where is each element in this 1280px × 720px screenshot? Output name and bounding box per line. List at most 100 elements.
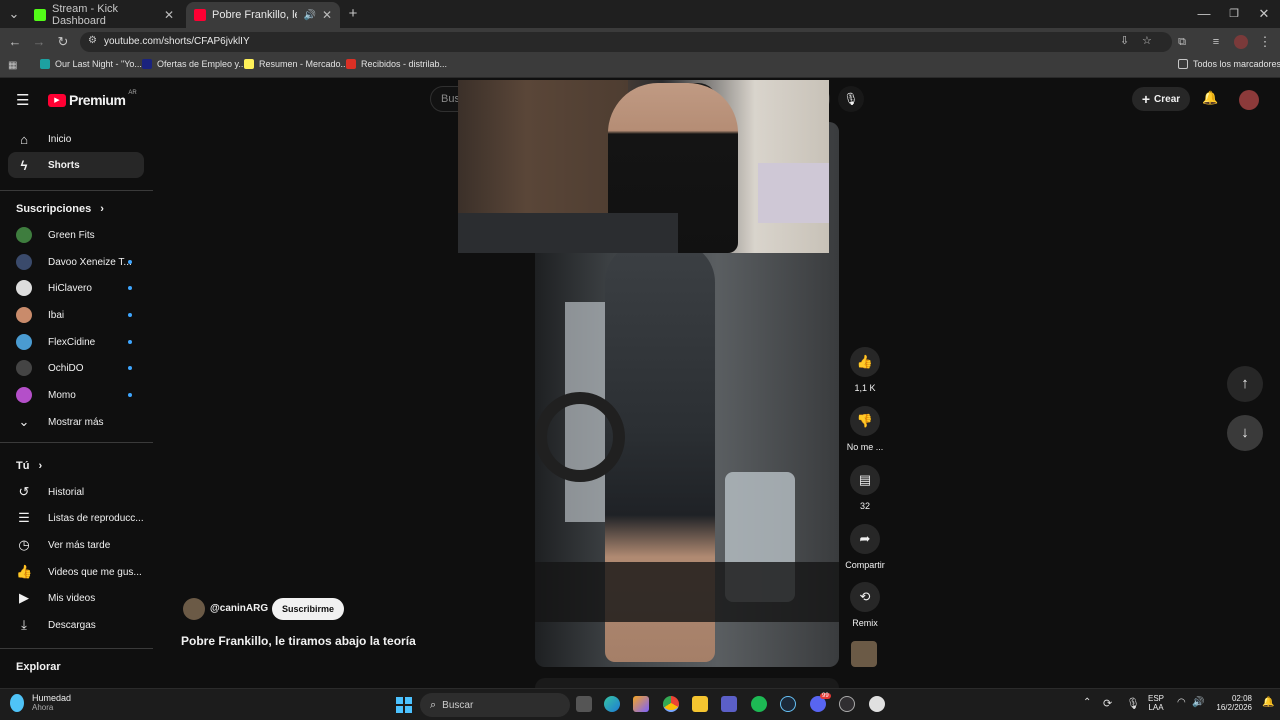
copilot-icon[interactable] <box>633 696 649 712</box>
sidebar-item-my-videos[interactable]: ▶ Mis videos <box>8 585 144 611</box>
teams-icon[interactable] <box>721 696 737 712</box>
subscription-item[interactable]: Momo <box>8 382 144 408</box>
apps-grid-icon[interactable]: ▦ <box>8 60 17 71</box>
bookmark-item[interactable]: Resumen - Mercado... <box>244 59 348 69</box>
share-action[interactable]: ➦ Compartir <box>844 524 886 570</box>
next-short-button[interactable]: ↓ <box>1227 415 1263 451</box>
voice-search-icon[interactable]: 🎙 <box>838 86 864 112</box>
subscription-item[interactable]: Davoo Xeneize T... <box>8 249 144 275</box>
bookmark-label: Recibidos - distrilab... <box>361 59 448 69</box>
restore-icon[interactable]: ❐ <box>1222 0 1246 28</box>
bookmark-item[interactable]: Our Last Night - "Yo... <box>40 59 142 69</box>
bookmark-star-icon[interactable]: ☆ <box>1142 34 1152 47</box>
search-icon: ⌕ <box>430 698 437 711</box>
tab-kick-dashboard[interactable]: Stream - Kick Dashboard ✕ <box>26 2 182 28</box>
menu-kebab-icon[interactable]: ⋮ <box>1258 28 1272 56</box>
task-view-icon[interactable] <box>576 696 592 712</box>
notification-center-icon[interactable]: 🔔 <box>1262 697 1274 708</box>
dislike-action[interactable]: 👎 No me ... <box>844 406 886 452</box>
media-control-icon[interactable]: ≡ <box>1208 28 1224 56</box>
install-app-icon[interactable]: ⇩ <box>1120 34 1129 47</box>
clock[interactable]: 02:08 16/2/2026 <box>1212 694 1252 712</box>
subscription-item[interactable]: OchiDO <box>8 355 144 381</box>
close-tab-icon[interactable]: ✕ <box>322 8 332 22</box>
show-more-label: Mostrar más <box>48 416 104 428</box>
playlists-icon: ☰ <box>18 510 30 525</box>
wifi-icon[interactable]: ◠ <box>1177 697 1186 708</box>
subscription-item[interactable]: Green Fits <box>8 222 144 248</box>
chrome-icon[interactable] <box>663 696 679 712</box>
tray-overflow-icon[interactable]: ⌃ <box>1083 697 1091 708</box>
subscribe-button[interactable]: Suscribirme <box>272 598 344 620</box>
extensions-icon[interactable]: ⧉ <box>1174 28 1190 56</box>
audio-track-thumbnail[interactable] <box>851 641 877 667</box>
hamburger-menu-icon[interactable]: ☰ <box>16 91 29 109</box>
address-bar[interactable]: ⚙ youtube.com/shorts/CFAP6jvklIY ⇩ ☆ <box>80 32 1172 52</box>
sidebar-item-inicio[interactable]: ⌂ Inicio <box>8 126 144 152</box>
back-icon[interactable]: ← <box>6 28 24 56</box>
channel-avatar[interactable] <box>183 598 205 620</box>
youtube-logo[interactable]: ▶ Premium AR <box>48 90 137 108</box>
steam-icon[interactable] <box>780 696 796 712</box>
minimize-icon[interactable]: — <box>1192 0 1216 28</box>
spotify-icon[interactable] <box>751 696 767 712</box>
like-action[interactable]: 👍 1,1 K <box>844 347 886 393</box>
sidebar-item-liked-videos[interactable]: 👍 Videos que me gus... <box>8 559 144 585</box>
previous-short-button[interactable]: ↑ <box>1227 366 1263 402</box>
chevron-down-icon: ⌄ <box>18 414 30 429</box>
taskbar-search[interactable]: ⌕ Buscar <box>420 693 570 717</box>
sidebar-item-historial[interactable]: ↺ Historial <box>8 479 144 505</box>
remix-icon[interactable]: ⟲ <box>850 582 880 612</box>
sync-icon[interactable]: ⟳ <box>1103 697 1112 710</box>
show-more-button[interactable]: ⌄ Mostrar más <box>8 409 144 435</box>
file-explorer-icon[interactable] <box>692 696 708 712</box>
you-heading[interactable]: Tú › <box>16 460 42 472</box>
sidebar-item-playlists[interactable]: ☰ Listas de reproducc... <box>8 505 144 531</box>
bookmark-item[interactable]: Recibidos - distrilab... <box>346 59 447 69</box>
reload-icon[interactable]: ↻ <box>54 28 72 56</box>
bookmark-item[interactable]: Ofertas de Empleo y... <box>142 59 246 69</box>
next-short-preview[interactable] <box>535 678 839 688</box>
tab-youtube-short[interactable]: Pobre Frankillo, le tiramos a 🔊 ✕ <box>186 2 340 28</box>
subscription-item[interactable]: FlexCidine <box>8 329 144 355</box>
subscriptions-heading[interactable]: Suscripciones › <box>16 203 104 215</box>
all-bookmarks[interactable]: Todos los marcadores <box>1178 59 1280 69</box>
microphone-icon[interactable]: 🎙 <box>1126 697 1140 710</box>
share-icon[interactable]: ➦ <box>850 524 880 554</box>
tab-search-icon[interactable]: ⌄ <box>4 0 24 28</box>
remix-action[interactable]: ⟲ Remix <box>844 582 886 628</box>
sidebar-item-shorts[interactable]: ϟ Shorts <box>8 152 144 178</box>
sidebar-item-watch-later[interactable]: ◷ Ver más tarde <box>8 532 144 558</box>
subscription-item[interactable]: HiClavero <box>8 275 144 301</box>
volume-icon[interactable]: 🔊 <box>1192 697 1204 708</box>
youtube-favicon-icon <box>194 9 206 21</box>
new-tab-icon[interactable]: + <box>344 0 362 28</box>
notifications-bell-icon[interactable]: 🔔 <box>1202 90 1218 106</box>
windows-start-icon[interactable] <box>396 697 412 713</box>
create-button[interactable]: + Crear <box>1132 87 1190 111</box>
thumbs-up-icon[interactable]: 👍 <box>850 347 880 377</box>
app-icon[interactable] <box>869 696 885 712</box>
comment-icon[interactable]: ▤ <box>850 465 880 495</box>
audio-playing-icon[interactable]: 🔊 <box>303 10 315 21</box>
weather-widget[interactable]: Humedad Ahora <box>10 693 71 712</box>
bookmark-favicon-icon <box>142 59 152 69</box>
sidebar-divider <box>0 442 153 443</box>
edge-icon[interactable] <box>604 696 620 712</box>
notification-badge: 99 <box>820 693 831 699</box>
close-window-icon[interactable]: ✕ <box>1252 0 1276 28</box>
obs-icon[interactable] <box>839 696 855 712</box>
profile-avatar[interactable] <box>1234 35 1248 49</box>
subscriptions-title: Suscripciones <box>16 203 92 215</box>
subscription-item[interactable]: Ibai <box>8 302 144 328</box>
channel-handle[interactable]: @caninARG <box>210 603 268 614</box>
site-info-icon[interactable]: ⚙ <box>88 35 97 46</box>
forward-icon[interactable]: → <box>30 28 48 56</box>
sidebar-item-downloads[interactable]: ⤓ Descargas <box>8 612 144 638</box>
close-tab-icon[interactable]: ✕ <box>164 8 174 22</box>
webcam-overlay <box>458 80 829 253</box>
language-indicator[interactable]: ESP LAA <box>1148 694 1164 712</box>
account-avatar[interactable] <box>1239 90 1259 110</box>
comments-action[interactable]: ▤ 32 <box>844 465 886 511</box>
thumbs-down-icon[interactable]: 👎 <box>850 406 880 436</box>
